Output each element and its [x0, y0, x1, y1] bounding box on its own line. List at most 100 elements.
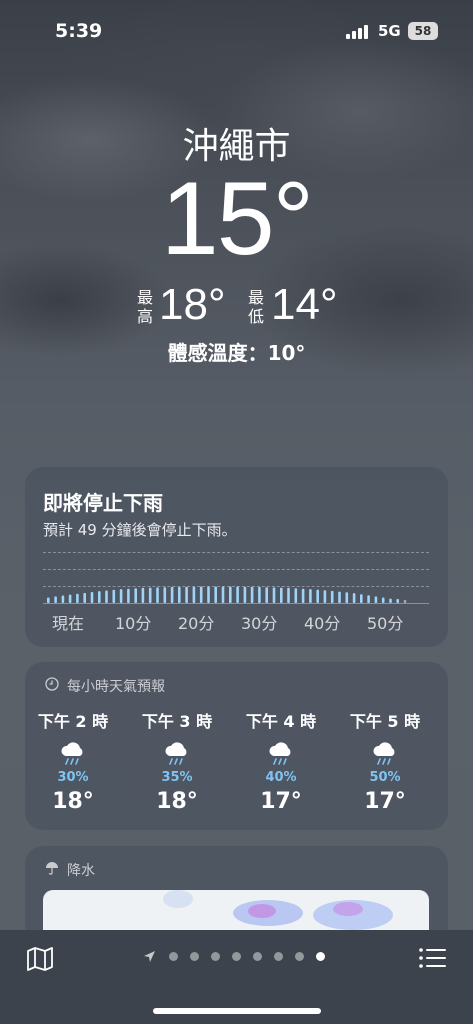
hourly-precip: 35%: [161, 770, 193, 785]
page-dot-active[interactable]: [316, 952, 325, 961]
axis-label-20: 20分: [178, 614, 215, 633]
battery-indicator: 58: [408, 22, 438, 40]
rain-bar: [338, 591, 341, 603]
rain-bar: [199, 586, 203, 603]
page-indicator[interactable]: [140, 949, 340, 965]
hourly-time: 下午 3 時: [141, 712, 213, 731]
axis-label-10: 10分: [115, 614, 152, 633]
status-time: 5:39: [55, 20, 103, 42]
rain-bar: [192, 586, 196, 603]
rain-bar: [250, 586, 254, 603]
hourly-temp: 17°: [364, 789, 406, 814]
rain-bar: [287, 587, 290, 603]
rain-bar: [403, 600, 407, 603]
rain-bar: [214, 586, 217, 603]
page-dot[interactable]: [211, 952, 220, 961]
axis-label-now: 現在: [52, 614, 85, 633]
rain-bar: [76, 593, 79, 603]
rain-bar: [381, 597, 385, 603]
cloud-rain-icon: [165, 742, 187, 765]
rain-bar: [243, 586, 247, 603]
rain-bar: [127, 588, 130, 603]
rain-bar: [389, 598, 392, 603]
axis-label-40: 40分: [304, 614, 341, 633]
rain-bar: [54, 596, 57, 603]
cloud-rain-icon: [269, 742, 291, 765]
rain-bar: [367, 595, 370, 603]
cloud-rain-icon: [61, 742, 83, 765]
page-dot[interactable]: [253, 952, 262, 961]
rain-bar: [301, 588, 305, 603]
rain-bar: [280, 587, 283, 603]
hourly-precip: 40%: [265, 770, 297, 785]
page-dot[interactable]: [274, 952, 283, 961]
rain-bar: [90, 592, 94, 603]
rain-bar: [112, 589, 116, 603]
rain-bar: [316, 589, 319, 603]
axis-label-50: 50分: [367, 614, 404, 633]
cellular-signal-icon: [346, 25, 370, 39]
network-type: 5G: [378, 22, 401, 40]
rain-bar: [134, 588, 137, 603]
rain-bar: [170, 586, 174, 603]
hourly-time: 下午 4 時: [245, 712, 317, 731]
rain-bar: [156, 587, 159, 603]
rain-bar: [163, 587, 167, 603]
hourly-item: 下午 2 時 30% 18°: [33, 708, 113, 814]
high-temperature: 18°: [159, 280, 226, 329]
hourly-time: 下午 5 時: [349, 712, 421, 731]
feels-like: 體感溫度：10°: [167, 341, 306, 365]
rain-bar: [272, 587, 276, 603]
clock-icon: [45, 677, 59, 691]
rain-bar: [396, 599, 399, 603]
rain-bar: [178, 586, 181, 603]
hourly-forecast-card[interactable]: 每小時天氣預報 下午 2 時 30% 18° 下午 3 時 35% 18° 下午…: [25, 662, 448, 830]
axis-label-30: 30分: [241, 614, 278, 633]
rain-bar: [309, 589, 312, 603]
rain-bar: [345, 592, 349, 603]
rain-bar: [352, 593, 356, 603]
hourly-precip: 30%: [57, 770, 89, 785]
rain-bar: [207, 586, 210, 603]
rain-bar: [47, 597, 50, 603]
rain-bar: [148, 587, 152, 603]
rain-bar: [98, 591, 101, 603]
rain-bar: [330, 590, 334, 603]
high-label: 最高: [137, 288, 154, 326]
rain-bar: [265, 587, 268, 603]
umbrella-icon: [46, 862, 58, 875]
page-dot[interactable]: [190, 952, 199, 961]
current-temperature: 15°: [160, 161, 314, 277]
list-icon[interactable]: [418, 946, 446, 970]
home-indicator: [153, 1008, 321, 1014]
page-dot[interactable]: [169, 952, 178, 961]
rain-bar: [83, 592, 86, 603]
rain-bar: [185, 586, 188, 603]
hourly-precip: 50%: [369, 770, 401, 785]
hourly-temp: 18°: [156, 789, 198, 814]
precipitation-header: 降水: [67, 863, 95, 879]
rain-bar: [119, 589, 123, 603]
rain-bar: [294, 588, 298, 603]
rain-bar: [221, 586, 225, 603]
status-bar: 5:39 5G 58: [0, 0, 473, 60]
low-temperature: 14°: [271, 280, 338, 329]
hourly-item: 下午 4 時 40% 17°: [241, 708, 321, 814]
page-dot[interactable]: [232, 952, 241, 961]
hourly-temp: 17°: [260, 789, 302, 814]
rain-bar: [61, 595, 65, 603]
rain-forecast-card[interactable]: 即將停止下雨 預計 49 分鐘後會停止下雨。 現在 10分 20分 30分 40…: [25, 467, 448, 647]
page-dot[interactable]: [295, 952, 304, 961]
location-arrow-icon: [144, 951, 155, 962]
map-icon[interactable]: [26, 946, 54, 972]
rain-bar: [258, 586, 261, 603]
rain-bar: [236, 586, 239, 603]
hourly-time: 下午 2 時: [37, 712, 109, 731]
hourly-item: 下午 5 時 50% 17°: [345, 708, 425, 814]
rain-bar: [360, 594, 363, 603]
rain-bar: [323, 590, 327, 603]
bottom-toolbar: [0, 930, 473, 1024]
rain-bar: [141, 587, 145, 603]
rain-bar: [68, 594, 72, 603]
hourly-temp: 18°: [52, 789, 94, 814]
